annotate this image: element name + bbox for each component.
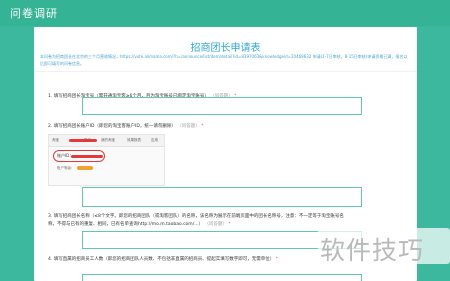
form-title: 招商团长申请表 <box>190 43 261 54</box>
top-bar: 问卷调研 <box>0 0 450 26</box>
question-2: 2. 填写招商团长账户ID（即您的淘宝客账户ID，统一请勿删除） （问答题） * <box>48 123 203 129</box>
question-3: 3. 填写招商团长名称（≤8个文字。即您的招商团队（或淘客团队）的名称，该名称为… <box>48 213 348 229</box>
question-2-number: 2. <box>48 124 53 129</box>
example-nav-item: 淘宝 <box>52 138 59 142</box>
answer-4-input[interactable] <box>82 274 362 281</box>
question-3-text: 填写招商团长名称（≤8个文字。即您的招商团队（或淘客团队）的名称，该名称为展示在… <box>48 214 344 227</box>
question-2-text: 填写招商团长账户ID（即您的淘宝客账户ID，统一请勿删除） <box>53 124 176 129</box>
level-badge <box>77 166 93 170</box>
answer-1-input[interactable] <box>82 97 362 115</box>
example-nav-item: 应用 <box>151 138 158 142</box>
divider <box>34 71 417 72</box>
example-nav-bar: 淘宝 推广 我的淘宝 效果报表 应用 <box>49 135 164 147</box>
question-2-required-mark: * <box>201 124 204 129</box>
watermark: 软件技巧 <box>318 228 450 265</box>
redaction-mark <box>71 155 103 158</box>
form-intro: 本问卷为招商团长在北京的三个月营收情况，https://vote.alimama… <box>40 54 408 66</box>
redaction-mark <box>69 139 97 142</box>
app-title: 问卷调研 <box>10 7 58 20</box>
watermark-text: 软件技巧 <box>320 236 425 265</box>
question-4: 4. 填写直属的招商员工人数（即您的招商团队人员数、不包括非直属的招商员、提起实… <box>48 256 348 264</box>
example-level-label: 账户等级： <box>57 166 75 170</box>
question-3-number: 3. <box>48 214 53 219</box>
example-nav-item: 我的淘宝 <box>101 138 115 142</box>
example-screenshot: 淘宝 推广 我的淘宝 效果报表 应用 账户ID： 账户等级： <box>48 134 165 186</box>
question-3-hint: （问答题） <box>204 222 227 227</box>
question-1-number: 1. <box>48 94 53 99</box>
question-4-text: 填写直属的招商员工人数（即您的招商团队人员数、不包括非直属的招商员、提起实填写数… <box>53 257 275 262</box>
example-nav-item: 效果报表 <box>127 138 141 142</box>
question-4-required-mark: * <box>275 257 278 262</box>
answer-2-input[interactable] <box>82 187 362 207</box>
question-3-required-mark: * <box>228 222 231 227</box>
question-4-number: 4. <box>48 257 53 262</box>
question-2-hint: （问答题） <box>177 124 200 129</box>
